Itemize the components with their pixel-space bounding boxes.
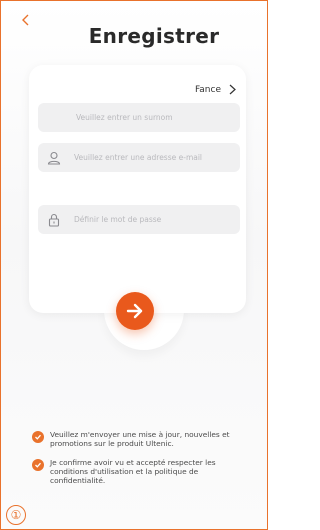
password-placeholder: Définir le mot de passe bbox=[74, 215, 162, 224]
consent-newsletter: Veuillez m'envoyer une mise à jour, nouv… bbox=[32, 430, 254, 448]
email-placeholder: Veuillez entrer une adresse e-mail bbox=[74, 153, 203, 162]
page-title: Enregistrer bbox=[88, 24, 220, 48]
check-icon bbox=[35, 462, 41, 468]
lock-icon bbox=[48, 213, 60, 227]
consent-terms-checkbox[interactable] bbox=[32, 459, 44, 471]
consent-newsletter-text: Veuillez m'envoyer une mise à jour, nouv… bbox=[50, 430, 230, 448]
email-input[interactable]: Veuillez entrer une adresse e-mail bbox=[38, 143, 240, 172]
nickname-input[interactable]: Veuillez entrer un surnom bbox=[38, 103, 240, 132]
step-marker: ① bbox=[6, 505, 26, 525]
country-label: Fance bbox=[194, 84, 221, 95]
consent-newsletter-checkbox[interactable] bbox=[32, 431, 44, 443]
user-icon bbox=[47, 151, 61, 165]
nickname-placeholder: Veuillez entrer un surnom bbox=[76, 113, 173, 122]
arrow-right-icon bbox=[126, 303, 143, 319]
country-selector[interactable]: Fance bbox=[195, 84, 236, 95]
submit-button[interactable] bbox=[116, 292, 154, 330]
consent-terms: Je confirme avoir vu et accepté respecte… bbox=[32, 458, 254, 485]
consent-terms-text: Je confirme avoir vu et accepté respecte… bbox=[50, 458, 216, 485]
password-input[interactable]: Définir le mot de passe bbox=[38, 205, 240, 234]
check-icon bbox=[35, 434, 41, 440]
chevron-right-icon bbox=[229, 84, 236, 95]
